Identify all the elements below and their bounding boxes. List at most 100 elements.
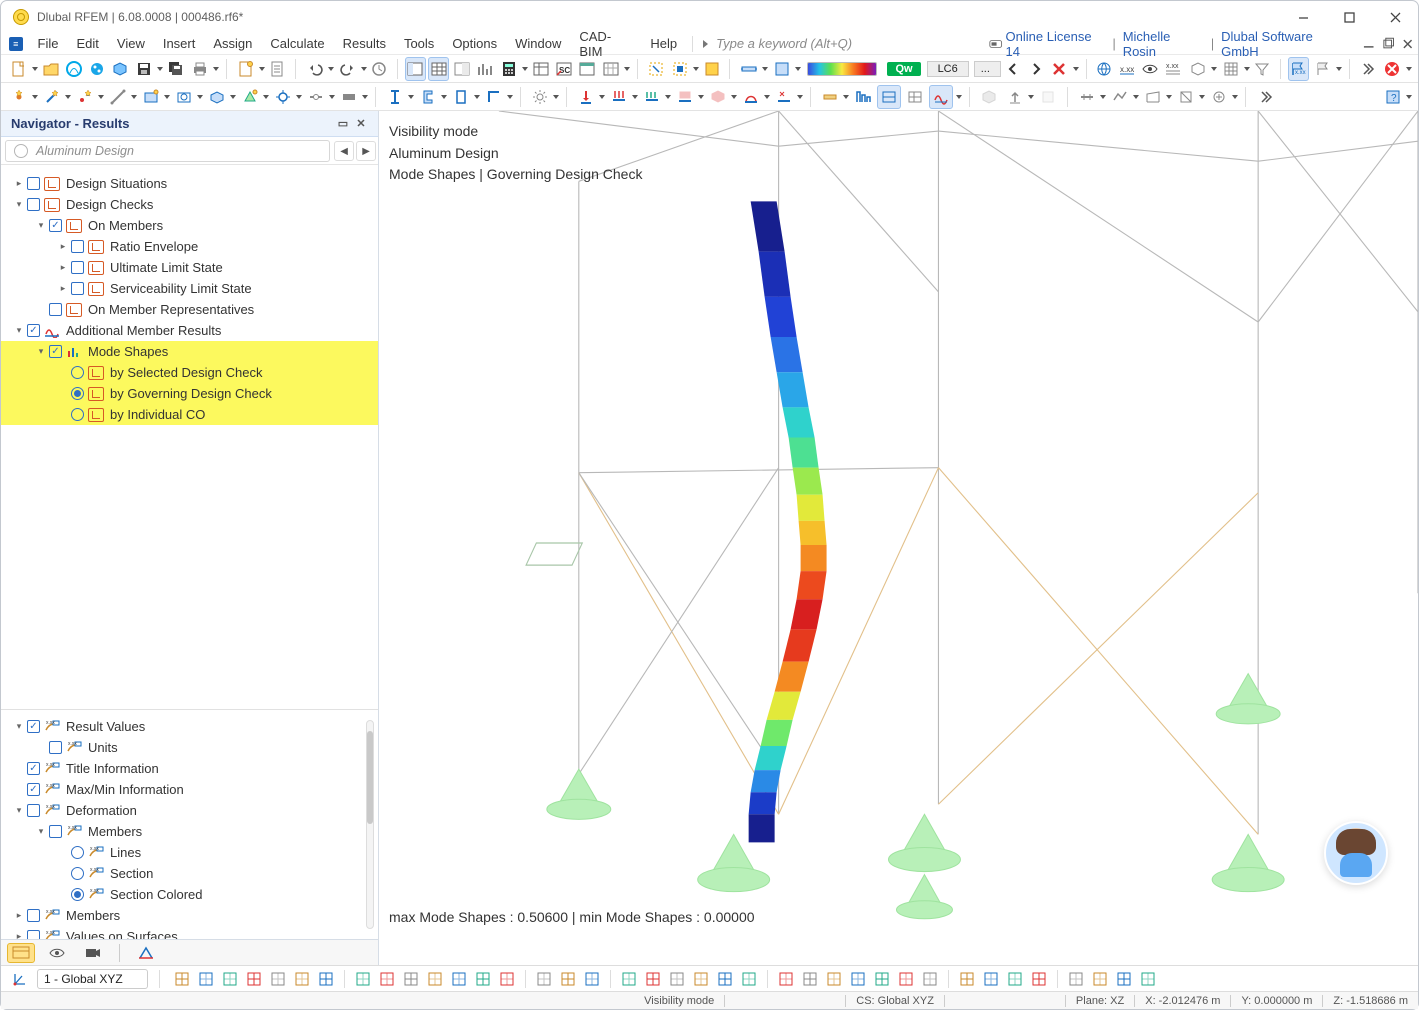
bottom-tool-34[interactable] [1065, 968, 1087, 990]
radio-icon[interactable] [71, 408, 84, 421]
checkbox-icon[interactable] [49, 219, 62, 232]
btn-load2[interactable] [607, 85, 631, 109]
btn-load7[interactable] [772, 85, 796, 109]
menu-edit[interactable]: Edit [67, 34, 107, 53]
link-user[interactable]: Michelle Rosin [1120, 29, 1207, 59]
tree-item[interactable]: x.xxSection Colored [1, 884, 378, 905]
checkbox-icon[interactable] [27, 324, 40, 337]
btn-load3[interactable] [640, 85, 664, 109]
btn-sec4[interactable] [482, 85, 506, 109]
bottom-tool-27[interactable] [871, 968, 893, 990]
btn-panel-table[interactable] [428, 57, 449, 81]
btn-tables[interactable] [530, 57, 551, 81]
bottom-tool-4[interactable] [267, 968, 289, 990]
radio-icon[interactable] [71, 387, 84, 400]
cs-combo[interactable]: 1 - Global XYZ [37, 969, 148, 989]
checkbox-icon[interactable] [27, 198, 40, 211]
tree-item[interactable]: ▾On Members [1, 215, 378, 236]
btn-saveall[interactable] [165, 57, 186, 81]
btn-rigid[interactable] [337, 85, 361, 109]
checkbox-icon[interactable] [27, 930, 40, 939]
btn-surf-new[interactable] [139, 85, 163, 109]
bottom-tool-22[interactable] [738, 968, 760, 990]
btn-release[interactable] [304, 85, 328, 109]
btn-redo[interactable] [336, 57, 360, 81]
btn-undo[interactable] [303, 57, 327, 81]
bottom-tool-35[interactable] [1089, 968, 1111, 990]
menu-help[interactable]: Help [641, 34, 686, 53]
btn-view5[interactable] [929, 85, 953, 109]
bottom-tool-18[interactable] [642, 968, 664, 990]
btn-cloud[interactable] [86, 57, 107, 81]
checkbox-icon[interactable] [71, 282, 84, 295]
btn-grid-dd[interactable] [599, 57, 623, 81]
checkbox-icon[interactable] [71, 240, 84, 253]
btn-block[interactable] [109, 57, 130, 81]
btn-sec2[interactable] [416, 85, 440, 109]
btn-node3[interactable] [73, 85, 97, 109]
btn-grid-dd2[interactable] [1219, 57, 1243, 81]
btn-flag-xxx[interactable]: x.xx [1288, 57, 1309, 81]
btn-gear-dd[interactable] [528, 85, 552, 109]
btn-res2[interactable] [1108, 85, 1132, 109]
menu-view[interactable]: View [108, 34, 154, 53]
inner-restore-icon[interactable] [1381, 37, 1394, 51]
bottom-tool-24[interactable] [799, 968, 821, 990]
bottom-tool-6[interactable] [315, 968, 337, 990]
assistant-avatar[interactable] [1324, 821, 1388, 885]
btn-next[interactable] [1026, 57, 1047, 81]
btn-res3[interactable] [1141, 85, 1165, 109]
bottom-tool-36[interactable] [1113, 968, 1135, 990]
radio-icon[interactable] [71, 867, 84, 880]
menu-results[interactable]: Results [334, 34, 395, 53]
btn-history[interactable] [369, 57, 390, 81]
btn-panel-nav[interactable] [405, 57, 426, 81]
color-gradient[interactable] [807, 62, 877, 76]
navigator-prev-button[interactable]: ◄ [334, 141, 354, 161]
btn-apps[interactable] [63, 57, 84, 81]
navigator-next-button[interactable]: ► [356, 141, 376, 161]
bottom-tool-3[interactable] [243, 968, 265, 990]
tree-item[interactable]: ▸Ultimate Limit State [1, 257, 378, 278]
radio-icon[interactable] [71, 888, 84, 901]
tree-item[interactable]: x.xxMax/Min Information [1, 779, 378, 800]
chip-qw[interactable]: Qw [887, 62, 920, 76]
btn-open[interactable] [40, 57, 61, 81]
scrollbar[interactable] [366, 720, 374, 929]
btn-filter[interactable] [1252, 57, 1273, 81]
checkbox-icon[interactable] [27, 720, 40, 733]
bottom-tool-30[interactable] [956, 968, 978, 990]
btn-cs[interactable] [9, 968, 31, 990]
checkbox-icon[interactable] [49, 345, 62, 358]
btn-load4[interactable] [673, 85, 697, 109]
navigator-tab-views[interactable] [43, 943, 71, 963]
btn-layer1[interactable] [645, 57, 666, 81]
btn-more-arrow[interactable] [1357, 57, 1378, 81]
bottom-tool-25[interactable] [823, 968, 845, 990]
btn-globe[interactable] [1094, 57, 1115, 81]
tree-item[interactable]: x.xxUnits [1, 737, 378, 758]
link-license[interactable]: Online License 14 [1003, 29, 1109, 59]
checkbox-icon[interactable] [27, 762, 40, 775]
btn-layer3[interactable] [701, 57, 722, 81]
radio-icon[interactable] [71, 366, 84, 379]
bottom-tool-33[interactable] [1028, 968, 1050, 990]
btn-view1[interactable] [818, 85, 842, 109]
btn-open-new[interactable] [172, 85, 196, 109]
app-menu-icon[interactable]: ≡ [9, 37, 23, 51]
bottom-tool-16[interactable] [581, 968, 603, 990]
bottom-tool-13[interactable] [496, 968, 518, 990]
btn-view2[interactable] [851, 85, 875, 109]
menu-file[interactable]: File [29, 34, 68, 53]
menu-options[interactable]: Options [443, 34, 506, 53]
checkbox-icon[interactable] [27, 177, 40, 190]
btn-sec1[interactable] [383, 85, 407, 109]
btn-note[interactable] [234, 57, 258, 81]
bottom-tool-28[interactable] [895, 968, 917, 990]
bottom-tool-11[interactable] [448, 968, 470, 990]
btn-node-new[interactable] [7, 85, 31, 109]
tree-item[interactable]: ▾Additional Member Results [1, 320, 378, 341]
tree-item[interactable]: x.xxLines [1, 842, 378, 863]
btn-calc[interactable] [497, 57, 521, 81]
keyword-search[interactable]: Type a keyword (Alt+Q) [703, 35, 983, 53]
